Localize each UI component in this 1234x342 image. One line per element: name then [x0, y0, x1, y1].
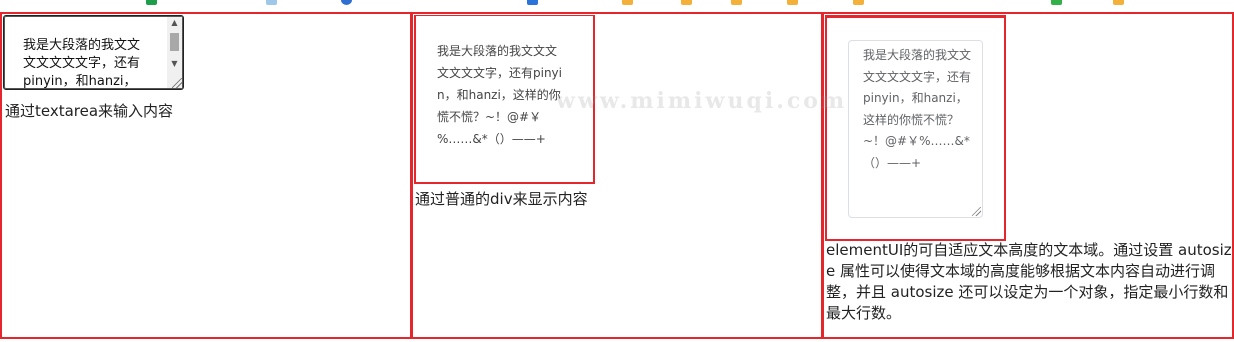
resize-grip-icon[interactable] [172, 78, 182, 88]
plain-div-caption: 通过普通的div来显示内容 [415, 190, 588, 208]
bookmarks-bar [0, 0, 1234, 12]
orange-folder-icon[interactable] [731, 0, 742, 5]
orange-folder-icon[interactable] [681, 0, 692, 5]
blue-page-icon[interactable] [266, 0, 277, 5]
green-app-icon[interactable] [1051, 0, 1062, 5]
native-textarea[interactable]: 我是大段落的我文文文文文文文字，还有pinyin，和hanzi，这样的你慌 ▲ … [3, 15, 184, 90]
demo-container: 我是大段落的我文文文文文文文字，还有pinyin，和hanzi，这样的你慌 ▲ … [0, 12, 1234, 339]
plain-div-column: 我是大段落的我文文文文文文文字，还有pinyin，和hanzi，这样的你慌不慌？… [410, 14, 821, 337]
el-textarea-wrapper: 我是大段落的我文文文文文文文字，还有pinyin，和hanzi，这样的你慌不慌？… [825, 15, 1006, 241]
el-textarea-caption: elementUI的可自适应文本高度的文本域。通过设置 autosize 属性可… [826, 241, 1232, 322]
green-bookmark-icon[interactable] [146, 0, 157, 5]
el-textarea-column: 我是大段落的我文文文文文文文字，还有pinyin，和hanzi，这样的你慌不慌？… [821, 14, 1234, 337]
autosize-textarea[interactable]: 我是大段落的我文文文文文文文字，还有pinyin，和hanzi，这样的你慌不慌？… [848, 40, 983, 218]
orange-folder-icon[interactable] [853, 0, 864, 5]
native-textarea-column: 我是大段落的我文文文文文文文字，还有pinyin，和hanzi，这样的你慌 ▲ … [2, 14, 410, 337]
native-textarea-content[interactable]: 我是大段落的我文文文文文文文字，还有pinyin，和hanzi，这样的你慌 [23, 37, 145, 89]
plain-div-content: 我是大段落的我文文文文文文文字，还有pinyin，和hanzi，这样的你慌不慌？… [437, 44, 562, 146]
scroll-up-arrow-icon[interactable]: ▲ [167, 17, 182, 29]
scroll-down-arrow-icon[interactable]: ▼ [167, 58, 182, 70]
resize-grip-icon[interactable] [972, 207, 981, 216]
site-watermark: www.mimiwuqi.com [556, 88, 848, 114]
blue-globe-icon[interactable] [341, 0, 352, 5]
orange-folder-icon[interactable] [1113, 0, 1124, 5]
native-textarea-caption: 通过textarea来输入内容 [5, 102, 174, 120]
blue-doc-icon[interactable] [527, 0, 538, 5]
scroll-thumb[interactable] [170, 33, 179, 51]
orange-folder-icon[interactable] [787, 0, 798, 5]
autosize-textarea-content[interactable]: 我是大段落的我文文文文文文文字，还有pinyin，和hanzi，这样的你慌不慌？… [863, 45, 971, 174]
orange-folder-icon[interactable] [622, 0, 633, 5]
